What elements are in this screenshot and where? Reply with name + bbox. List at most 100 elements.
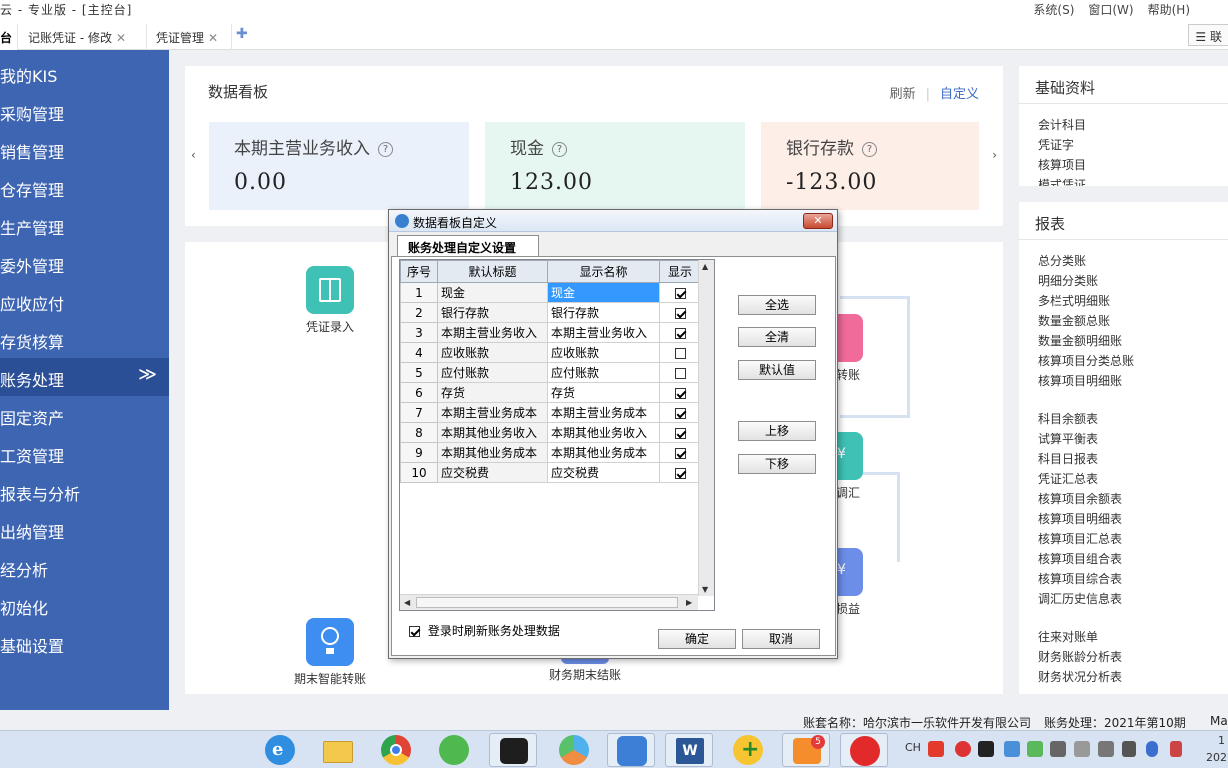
report-link[interactable]: 往来对账单 xyxy=(1038,628,1098,645)
customize-link[interactable]: 自定义 xyxy=(940,87,979,102)
grid-row[interactable]: 3 本期主营业务收入 本期主营业务收入 xyxy=(400,322,701,343)
grid-row[interactable]: 5 应付账款 应付账款 xyxy=(400,362,701,383)
show-checkbox[interactable] xyxy=(674,427,686,439)
close-icon[interactable]: ✕ xyxy=(803,213,833,229)
show-checkbox[interactable] xyxy=(674,367,686,379)
display-name-cell[interactable]: 本期主营业务收入 xyxy=(547,322,660,343)
report-link[interactable]: 核算项目综合表 xyxy=(1038,570,1122,587)
photos-app-icon[interactable] xyxy=(550,733,598,767)
report-link[interactable]: 调汇历史信息表 xyxy=(1038,590,1122,607)
camera-app-icon[interactable] xyxy=(489,733,537,767)
sidebar-item[interactable]: 经分析 xyxy=(0,548,169,586)
add-tab-icon[interactable]: ✚ xyxy=(236,26,248,42)
refresh-on-login-option[interactable]: 登录时刷新账务处理数据 xyxy=(409,622,560,639)
tray-language[interactable]: CH xyxy=(905,741,921,754)
report-link[interactable]: 核算项目余额表 xyxy=(1038,490,1122,507)
move-down-button[interactable]: 下移 xyxy=(738,454,816,474)
network-icon[interactable] xyxy=(1122,741,1136,757)
tab-ledger-settings[interactable]: 账务处理自定义设置 xyxy=(397,235,539,257)
scroll-left-icon[interactable]: ◀ xyxy=(404,598,410,607)
move-up-button[interactable]: 上移 xyxy=(738,421,816,441)
tray-speaker-icon[interactable] xyxy=(1074,741,1090,757)
sidebar-item[interactable]: 账务处理 ≫ xyxy=(0,358,169,396)
double-chevron-right-icon[interactable]: ≫ xyxy=(138,364,157,385)
scroll-down-icon[interactable]: ▼ xyxy=(702,585,708,594)
default-button[interactable]: 默认值 xyxy=(738,360,816,380)
basic-data-link[interactable]: 凭证字 xyxy=(1038,136,1074,153)
netease-music-icon[interactable] xyxy=(840,733,888,767)
chevron-left-icon[interactable]: ‹ xyxy=(191,148,196,162)
report-link[interactable]: 多栏式明细账 xyxy=(1038,292,1110,309)
display-name-cell[interactable]: 现金 xyxy=(547,282,660,303)
help-icon[interactable]: ? xyxy=(862,142,877,157)
grid-row[interactable]: 7 本期主营业务成本 本期主营业务成本 xyxy=(400,402,701,423)
report-link[interactable]: 数量金额明细账 xyxy=(1038,332,1122,349)
scroll-thumb[interactable] xyxy=(416,597,678,608)
word-icon[interactable]: W xyxy=(665,733,713,767)
tray-cloud-icon[interactable] xyxy=(1004,741,1020,757)
report-link[interactable]: 核算项目组合表 xyxy=(1038,550,1122,567)
column-header-default-title[interactable]: 默认标题 xyxy=(437,260,548,283)
show-checkbox[interactable] xyxy=(674,387,686,399)
grid-row[interactable]: 2 银行存款 银行存款 xyxy=(400,302,701,323)
sidebar-item[interactable]: 仓存管理 xyxy=(0,168,169,206)
ok-button[interactable]: 确定 xyxy=(658,629,736,649)
sidebar-item[interactable]: 基础设置 xyxy=(0,624,169,662)
show-checkbox[interactable] xyxy=(674,287,686,299)
basic-data-link[interactable]: 模式凭证 xyxy=(1038,176,1086,186)
clock-date[interactable]: 202 xyxy=(1206,751,1227,764)
grid-row[interactable]: 1 现金 现金 xyxy=(400,282,701,303)
refresh-on-login-checkbox[interactable] xyxy=(409,626,420,637)
column-header-display-name[interactable]: 显示名称 xyxy=(547,260,660,283)
report-link[interactable]: 数量金额总账 xyxy=(1038,312,1110,329)
horizontal-scrollbar[interactable]: ◀ ▶ xyxy=(400,594,698,610)
chrome-icon[interactable] xyxy=(372,733,420,767)
report-link[interactable]: 核算项目明细表 xyxy=(1038,510,1122,527)
volume-icon[interactable] xyxy=(1098,741,1114,757)
tray-music-icon[interactable] xyxy=(955,741,971,757)
grid-row[interactable]: 4 应收账款 应收账款 xyxy=(400,342,701,363)
browser-green-icon[interactable] xyxy=(430,733,478,767)
display-name-cell[interactable]: 应收账款 xyxy=(547,342,660,363)
cancel-button[interactable]: 取消 xyxy=(742,629,820,649)
menu-system[interactable]: 系统(S) xyxy=(1033,1,1074,18)
display-name-cell[interactable]: 存货 xyxy=(547,382,660,403)
scroll-up-icon[interactable]: ▲ xyxy=(702,262,708,271)
display-name-cell[interactable]: 银行存款 xyxy=(547,302,660,323)
sidebar-item[interactable]: 委外管理 xyxy=(0,244,169,282)
report-link[interactable]: 明细分类账 xyxy=(1038,272,1098,289)
grid-row[interactable]: 8 本期其他业务收入 本期其他业务收入 xyxy=(400,422,701,443)
report-link[interactable]: 总分类账 xyxy=(1038,252,1086,269)
tray-pin-icon[interactable] xyxy=(1170,741,1182,757)
clear-all-button[interactable]: 全清 xyxy=(738,327,816,347)
basic-data-link[interactable]: 核算项目 xyxy=(1038,156,1086,173)
sidebar-item[interactable]: 出纳管理 xyxy=(0,510,169,548)
show-checkbox[interactable] xyxy=(674,327,686,339)
clock-time[interactable]: 1 xyxy=(1218,734,1225,747)
metric-card-cash[interactable]: 现金? 123.00 xyxy=(485,122,745,210)
plus-app-icon[interactable]: + xyxy=(724,733,772,767)
scroll-right-icon[interactable]: ▶ xyxy=(686,598,692,607)
sidebar-item[interactable]: 生产管理 xyxy=(0,206,169,244)
report-link[interactable]: 核算项目明细账 xyxy=(1038,372,1122,389)
show-checkbox[interactable] xyxy=(674,407,686,419)
sidebar-item[interactable]: 采购管理 xyxy=(0,92,169,130)
cloud-app-icon[interactable] xyxy=(607,733,655,767)
metric-card-bank-deposit[interactable]: 银行存款? -123.00 xyxy=(761,122,979,210)
grid-row[interactable]: 10 应交税费 应交税费 xyxy=(400,462,701,483)
close-icon[interactable]: ✕ xyxy=(116,31,126,45)
report-link[interactable]: 财务账龄分析表 xyxy=(1038,648,1122,665)
display-name-cell[interactable]: 本期其他业务收入 xyxy=(547,422,660,443)
tabbar-right-button[interactable]: ☰ 联 xyxy=(1188,24,1228,46)
refresh-link[interactable]: 刷新 xyxy=(890,87,916,102)
sidebar-item[interactable]: 我的KIS xyxy=(0,54,169,92)
tab-voucher-edit[interactable]: 记账凭证 - 修改 ✕ xyxy=(22,24,147,50)
column-header-show[interactable]: 显示 xyxy=(659,260,701,283)
bluetooth-icon[interactable] xyxy=(1146,741,1158,757)
help-icon[interactable]: ? xyxy=(378,142,393,157)
display-name-cell[interactable]: 应交税费 xyxy=(547,462,660,483)
menu-window[interactable]: 窗口(W) xyxy=(1088,1,1133,18)
report-link[interactable]: 凭证汇总表 xyxy=(1038,470,1098,487)
sogou-input-icon[interactable] xyxy=(928,741,944,757)
show-checkbox[interactable] xyxy=(674,347,686,359)
